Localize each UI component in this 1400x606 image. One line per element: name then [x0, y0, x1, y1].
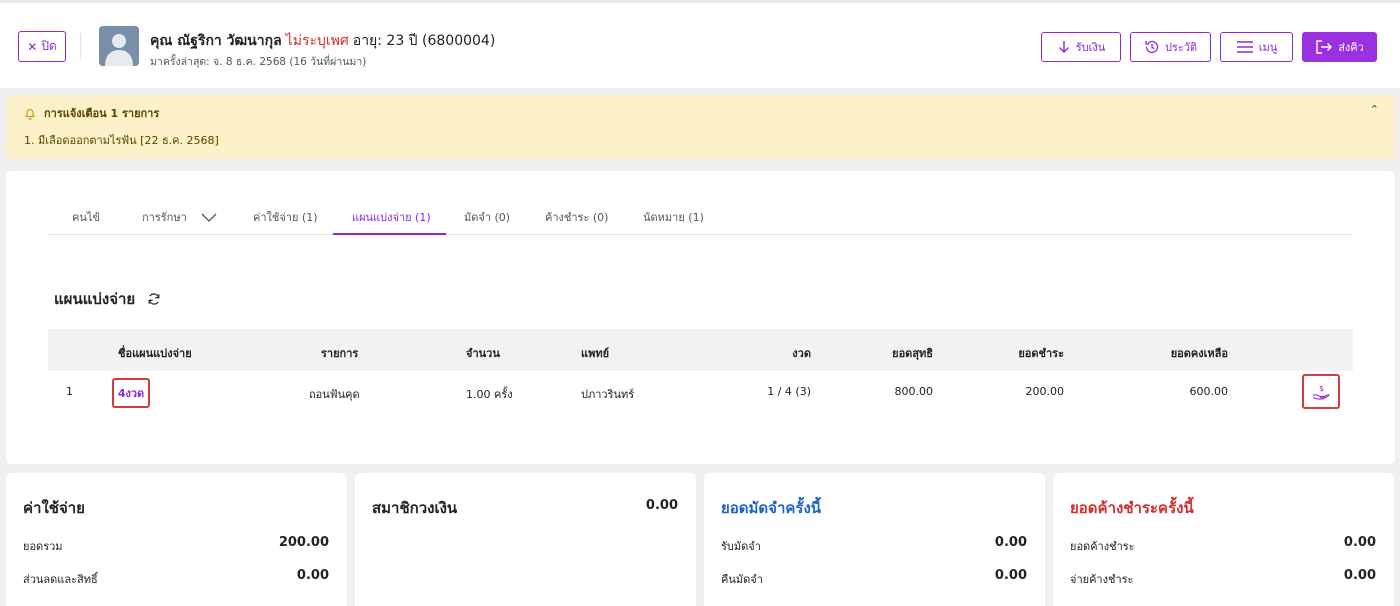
row-paid: 200.00 — [1025, 385, 1065, 398]
membership-value: 0.00 — [645, 498, 678, 513]
chevron-down-icon — [201, 213, 217, 222]
membership-title: สมาชิกวงเงิน — [372, 499, 458, 517]
outstanding-title: ยอดค้างชำระครั้งนี้ — [1070, 499, 1194, 517]
col-installment: งวด — [792, 347, 811, 360]
send-queue-button[interactable]: ส่งคิว — [1302, 32, 1377, 62]
discount-value: 0.00 — [296, 568, 329, 583]
expenses-title: ค่าใช้จ่าย — [23, 499, 85, 517]
col-plan-name: ชื่อแผนแบ่งจ่าย — [118, 347, 192, 360]
deposit-title: ยอดมัดจำครั้งนี้ — [721, 499, 822, 517]
table-row: 1 4งวด ถอนฟันคุด 1.00 ครั้ง ปภาวรินทร์ 1… — [48, 372, 1353, 412]
arrow-down-icon — [1058, 41, 1069, 53]
row-item: ถอนฟันคุด — [309, 388, 360, 401]
close-icon: ✕ — [27, 39, 38, 54]
age-label: อายุ: 23 ปี (6800004) — [352, 33, 496, 49]
bell-icon — [24, 108, 36, 120]
row-qty: 1.00 ครั้ง — [466, 388, 513, 401]
history-icon — [1145, 40, 1159, 54]
row-doctor: ปภาวรินทร์ — [581, 388, 635, 401]
row-net: 800.00 — [894, 385, 934, 398]
total-label: ยอดรวม — [23, 540, 63, 553]
alert-item: 1. มีเลือดออกตามไรฟัน [22 ธ.ค. 2568] — [24, 134, 219, 147]
discount-label: ส่วนลดและสิทธิ์ — [23, 573, 98, 586]
col-net: ยอดสุทธิ — [892, 347, 933, 360]
alert-panel: การแจ้งเตือน 1 รายการ 1. มีเลือดออกตามไร… — [6, 95, 1395, 159]
active-tab-indicator — [333, 233, 446, 235]
avatar — [99, 26, 139, 66]
receive-deposit-value: 0.00 — [994, 535, 1027, 550]
tab-bar: คนไข้ การรักษา ค่าใช้จ่าย (1) แผนแบ่งจ่า… — [48, 195, 1353, 235]
tab-expenses[interactable]: ค่าใช้จ่าย (1) — [253, 208, 318, 226]
outstanding-summary-card: ยอดค้างชำระครั้งนี้ ยอดค้างชำระ 0.00 จ่า… — [1053, 473, 1394, 606]
expenses-summary-card: ค่าใช้จ่าย ยอดรวม 200.00 ส่วนลดและสิทธิ์… — [6, 473, 347, 606]
installment-plan-card: คนไข้ การรักษา ค่าใช้จ่าย (1) แผนแบ่งจ่า… — [6, 171, 1395, 464]
tab-treatment[interactable]: การรักษา — [142, 208, 217, 226]
deposit-summary-card: ยอดมัดจำครั้งนี้ รับมัดจำ 0.00 คืนมัดจำ … — [704, 473, 1045, 606]
refund-deposit-value: 0.00 — [994, 568, 1027, 583]
outstanding-value: 0.00 — [1343, 535, 1376, 550]
row-balance: 600.00 — [1189, 385, 1229, 398]
tab-deposit[interactable]: มัดจำ (0) — [464, 208, 510, 226]
pay-installment-button[interactable]: $ — [1302, 374, 1340, 409]
alert-title: การแจ้งเตือน 1 รายการ — [24, 104, 159, 122]
plan-name-link[interactable]: 4งวด — [112, 378, 150, 408]
col-doctor: แพทย์ — [581, 347, 610, 360]
hand-coin-icon: $ — [1312, 384, 1330, 399]
refresh-icon[interactable] — [147, 292, 161, 306]
chevron-up-icon[interactable]: ⌃ — [1370, 103, 1379, 116]
col-balance: ยอดคงเหลือ — [1170, 347, 1228, 360]
pay-outstanding-value: 0.00 — [1343, 568, 1376, 583]
menu-button[interactable]: เมนู — [1220, 32, 1293, 62]
close-button[interactable]: ✕ ปิด — [18, 31, 66, 62]
col-item: รายการ — [321, 347, 359, 360]
total-value: 200.00 — [278, 535, 329, 550]
svg-text:$: $ — [1319, 384, 1324, 393]
pay-outstanding-label: จ่ายค้างชำระ — [1070, 573, 1134, 586]
col-paid: ยอดชำระ — [1018, 347, 1064, 360]
divider — [80, 33, 81, 59]
receive-deposit-label: รับมัดจำ — [721, 540, 761, 553]
tab-appointments[interactable]: นัดหมาย (1) — [643, 208, 704, 226]
row-installment: 1 / 4 (3) — [767, 385, 811, 398]
tab-patient[interactable]: คนไข้ — [72, 208, 100, 226]
patient-fullname: คุณ ณัฐริกา วัฒนากุล — [150, 33, 282, 49]
receive-money-button[interactable]: รับเงิน — [1041, 32, 1121, 62]
section-title: แผนแบ่งจ่าย — [54, 287, 161, 311]
table-header: ชื่อแผนแบ่งจ่าย รายการ จำนวน แพทย์ งวด ย… — [48, 329, 1353, 371]
user-silhouette-icon — [99, 26, 139, 66]
tab-outstanding[interactable]: ค้างชำระ (0) — [545, 208, 608, 226]
membership-summary-card: สมาชิกวงเงิน 0.00 — [355, 473, 696, 606]
refund-deposit-label: คืนมัดจำ — [721, 573, 763, 586]
row-number: 1 — [66, 385, 73, 398]
patient-name: คุณ ณัฐริกา วัฒนากุล ไม่ระบุเพศ อายุ: 23 ป… — [150, 30, 495, 52]
history-button[interactable]: ประวัติ — [1130, 32, 1211, 62]
col-qty: จำนวน — [466, 347, 500, 360]
tab-installment-plan[interactable]: แผนแบ่งจ่าย (1) — [352, 208, 431, 226]
patient-header: ✕ ปิด คุณ ณัฐริกา วัฒนากุล ไม่ระบุเพศ อายุ… — [0, 0, 1400, 88]
outstanding-label: ยอดค้างชำระ — [1070, 540, 1135, 553]
hamburger-icon — [1236, 41, 1253, 53]
exit-arrow-icon — [1316, 40, 1333, 54]
gender-label: ไม่ระบุเพศ — [285, 33, 349, 49]
last-visit-text: มาครั้งล่าสุด: จ. 8 ธ.ค. 2568 (16 วันที่… — [150, 56, 367, 68]
